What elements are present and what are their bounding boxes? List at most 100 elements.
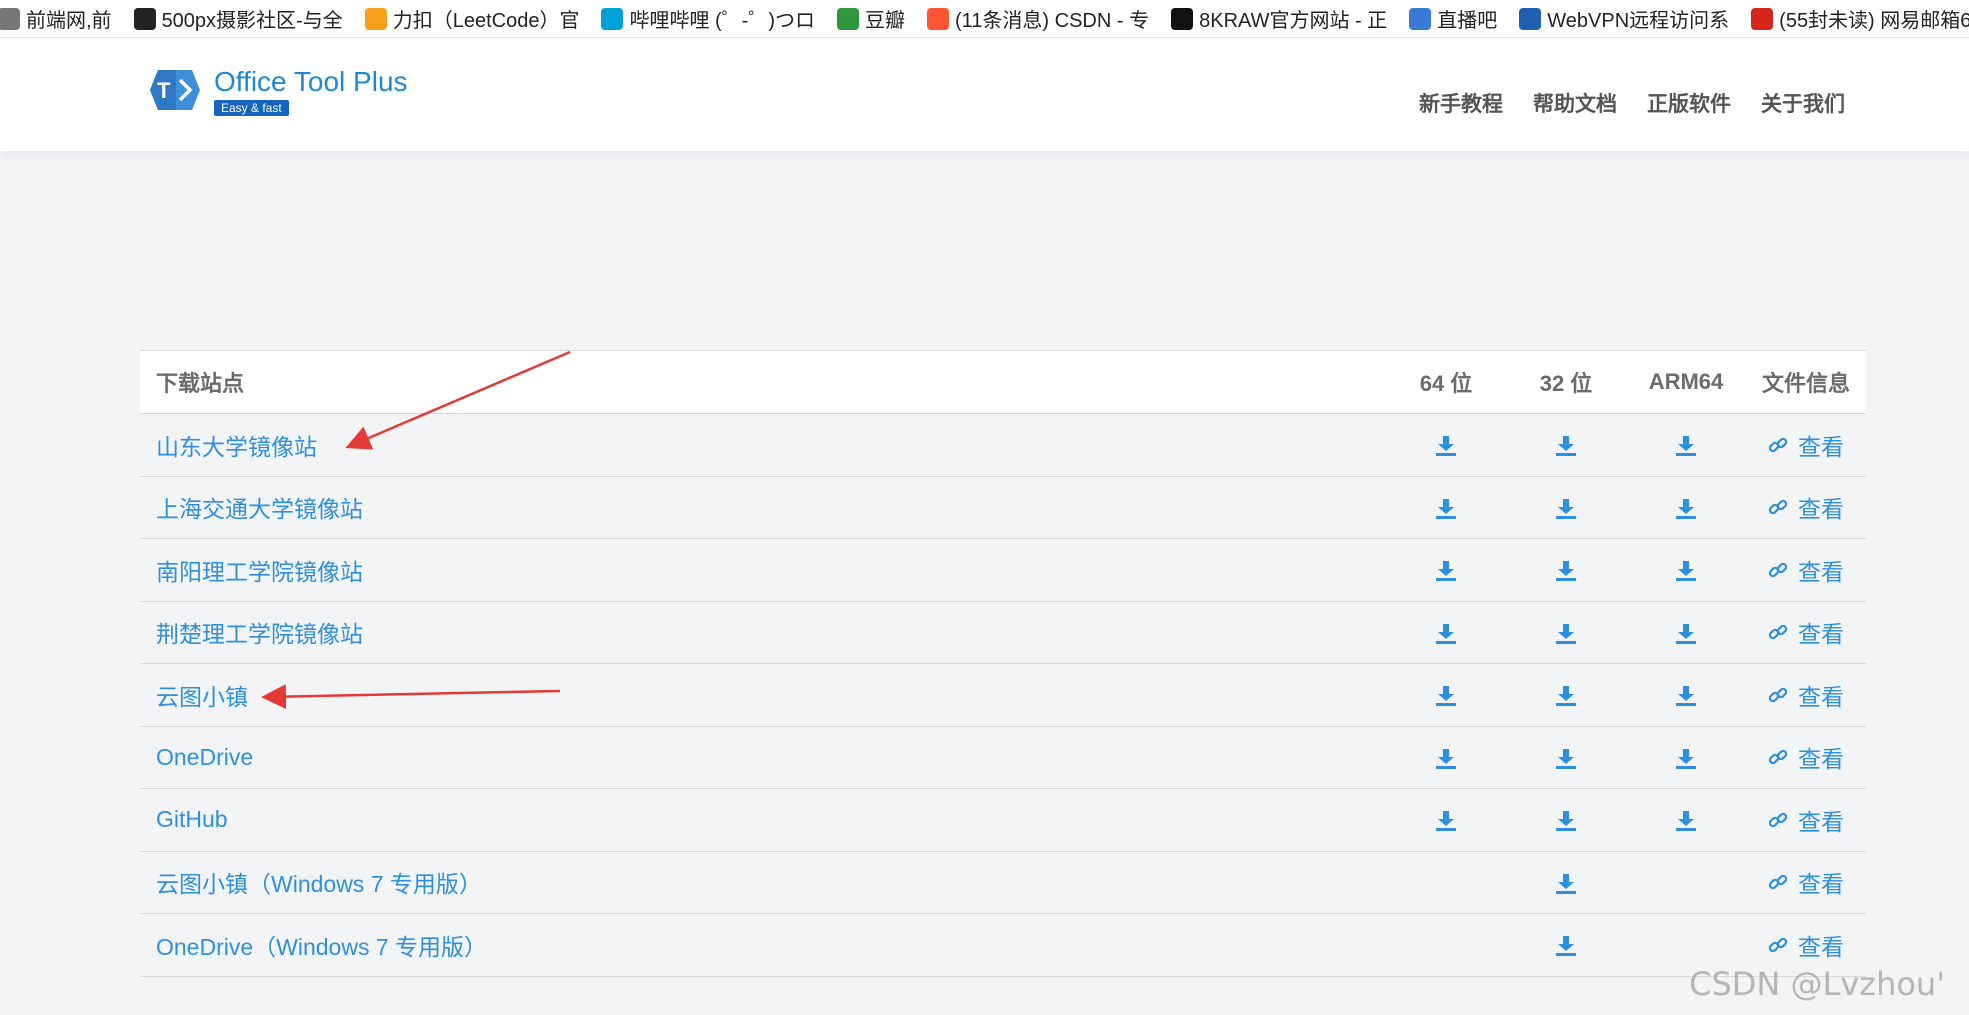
download-64bit-icon[interactable]	[1435, 810, 1457, 832]
site-link[interactable]: OneDrive（Windows 7 专用版）	[156, 934, 487, 960]
site-link[interactable]: 云图小镇	[156, 684, 248, 710]
download-cell-arm64	[1626, 476, 1746, 539]
nav-genuine-software[interactable]: 正版软件	[1647, 88, 1731, 118]
download-64bit-icon[interactable]	[1435, 498, 1457, 520]
site-link[interactable]: OneDrive	[156, 744, 253, 770]
view-label: 查看	[1798, 808, 1844, 835]
table-row: OneDrive（Windows 7 专用版） 查看	[140, 913, 1866, 977]
download-32bit-icon[interactable]	[1555, 435, 1577, 457]
bookmark-item[interactable]: 500px摄影社区-与全	[133, 4, 343, 33]
view-file-info-link[interactable]: 查看	[1768, 740, 1844, 774]
site-link[interactable]: 南阳理工学院镜像站	[156, 559, 363, 585]
bookmark-item[interactable]: WebVPN远程访问系	[1519, 4, 1729, 33]
view-file-info-link[interactable]: 查看	[1768, 428, 1844, 462]
view-file-info-link[interactable]: 查看	[1768, 553, 1844, 587]
bookmark-item[interactable]: (11条消息) CSDN - 专	[927, 4, 1149, 33]
link-icon	[1768, 560, 1794, 580]
bookmarks-bar: 前端网,前 500px摄影社区-与全 力扣（LeetCode）官 哔哩哔哩 (゜-゜)…	[0, 0, 1969, 38]
link-icon	[1768, 497, 1794, 517]
view-label: 查看	[1798, 621, 1844, 648]
bookmark-label: (55封未读) 网易邮箱6	[1779, 10, 1969, 32]
bookmark-item[interactable]: 哔哩哔哩 (゜-゜)つロ	[601, 4, 815, 33]
link-icon	[1768, 435, 1794, 455]
download-arm64-icon[interactable]	[1675, 560, 1697, 582]
nav-tutorial[interactable]: 新手教程	[1419, 88, 1503, 118]
main-nav: 新手教程 帮助文档 正版软件 关于我们	[1389, 88, 1845, 118]
site-link[interactable]: GitHub	[156, 806, 228, 832]
bookmark-label: (11条消息) CSDN - 专	[955, 10, 1150, 32]
file-info-cell: 查看	[1746, 663, 1866, 727]
download-arm64-icon[interactable]	[1675, 435, 1697, 457]
bookmark-label: 力扣（LeetCode）官	[392, 10, 580, 32]
download-arm64-icon[interactable]	[1675, 498, 1697, 520]
download-arm64-icon[interactable]	[1675, 623, 1697, 645]
header-arm64: ARM64	[1626, 350, 1746, 414]
download-32bit-icon[interactable]	[1555, 498, 1577, 520]
site-link[interactable]: 荆楚理工学院镜像站	[156, 621, 363, 647]
500px-icon	[133, 7, 156, 30]
site-logo[interactable]: T Office Tool Plus Easy & fast	[148, 66, 408, 117]
bookmark-item[interactable]: 力扣（LeetCode）官	[364, 4, 580, 33]
download-64bit-icon[interactable]	[1435, 685, 1457, 707]
site-cell: GitHub	[140, 788, 1386, 852]
table-row: GitHub 查看	[140, 788, 1866, 852]
table-body: 山东大学镜像站 查看 上海交通大学镜像站 查看 南阳理工学院镜像站 查看 荆楚理工学院镜像站…	[140, 413, 1866, 977]
table-row: 云图小镇（Windows 7 专用版） 查看	[140, 851, 1866, 914]
download-64bit-icon[interactable]	[1435, 623, 1457, 645]
site-cell: OneDrive	[140, 726, 1386, 789]
download-cell-arm64	[1626, 663, 1746, 727]
bookmark-item[interactable]: 直播吧	[1409, 4, 1497, 33]
download-64bit-icon[interactable]	[1435, 748, 1457, 770]
bookmark-item[interactable]: 豆瓣	[837, 4, 905, 33]
download-64bit-icon[interactable]	[1435, 435, 1457, 457]
download-cell-arm64	[1626, 726, 1746, 789]
view-file-info-link[interactable]: 查看	[1768, 803, 1844, 837]
download-32bit-icon[interactable]	[1555, 623, 1577, 645]
link-icon	[1768, 622, 1794, 642]
nav-help-docs[interactable]: 帮助文档	[1533, 88, 1617, 118]
download-cell-x64	[1386, 913, 1506, 977]
download-64bit-icon[interactable]	[1435, 560, 1457, 582]
site-link[interactable]: 山东大学镜像站	[156, 434, 317, 460]
site-link[interactable]: 上海交通大学镜像站	[156, 496, 363, 522]
table-row: 云图小镇 查看	[140, 663, 1866, 727]
csdn-icon	[927, 7, 950, 30]
view-label: 查看	[1798, 496, 1844, 523]
view-file-info-link[interactable]: 查看	[1768, 490, 1844, 524]
table-row: 山东大学镜像站 查看	[140, 413, 1866, 477]
file-info-cell: 查看	[1746, 538, 1866, 602]
link-icon	[1768, 872, 1794, 892]
site-tagline: Easy & fast	[214, 100, 289, 116]
view-file-info-link[interactable]: 查看	[1768, 678, 1844, 712]
bookmark-label: 前端网,前	[26, 10, 112, 32]
download-32bit-icon[interactable]	[1555, 810, 1577, 832]
file-info-cell: 查看	[1746, 788, 1866, 852]
download-arm64-icon[interactable]	[1675, 810, 1697, 832]
file-info-cell: 查看	[1746, 476, 1866, 539]
download-cell-x86	[1506, 913, 1626, 977]
download-32bit-icon[interactable]	[1555, 748, 1577, 770]
view-file-info-link[interactable]: 查看	[1768, 615, 1844, 649]
download-arm64-icon[interactable]	[1675, 748, 1697, 770]
view-file-info-link[interactable]: 查看	[1768, 928, 1844, 962]
bookmark-item[interactable]: 前端网,前	[0, 4, 112, 33]
download-32bit-icon[interactable]	[1555, 873, 1577, 895]
douban-icon	[837, 7, 860, 30]
nav-about-us[interactable]: 关于我们	[1761, 88, 1845, 118]
download-cell-x64	[1386, 538, 1506, 602]
table-row: OneDrive 查看	[140, 726, 1866, 789]
file-info-cell: 查看	[1746, 413, 1866, 477]
download-32bit-icon[interactable]	[1555, 935, 1577, 957]
site-link[interactable]: 云图小镇（Windows 7 专用版）	[156, 871, 482, 897]
bookmark-item[interactable]: 8KRAW官方网站 - 正	[1171, 4, 1387, 33]
download-cell-x86	[1506, 476, 1626, 539]
download-arm64-icon[interactable]	[1675, 685, 1697, 707]
table-header-row: 下载站点 64 位 32 位 ARM64 文件信息	[140, 350, 1866, 414]
bookmark-item[interactable]: (55封未读) 网易邮箱6	[1751, 4, 1969, 33]
view-file-info-link[interactable]: 查看	[1768, 865, 1844, 899]
bookmark-label: WebVPN远程访问系	[1547, 10, 1730, 32]
download-cell-x86	[1506, 663, 1626, 727]
download-32bit-icon[interactable]	[1555, 560, 1577, 582]
download-32bit-icon[interactable]	[1555, 685, 1577, 707]
download-cell-arm64	[1626, 538, 1746, 602]
